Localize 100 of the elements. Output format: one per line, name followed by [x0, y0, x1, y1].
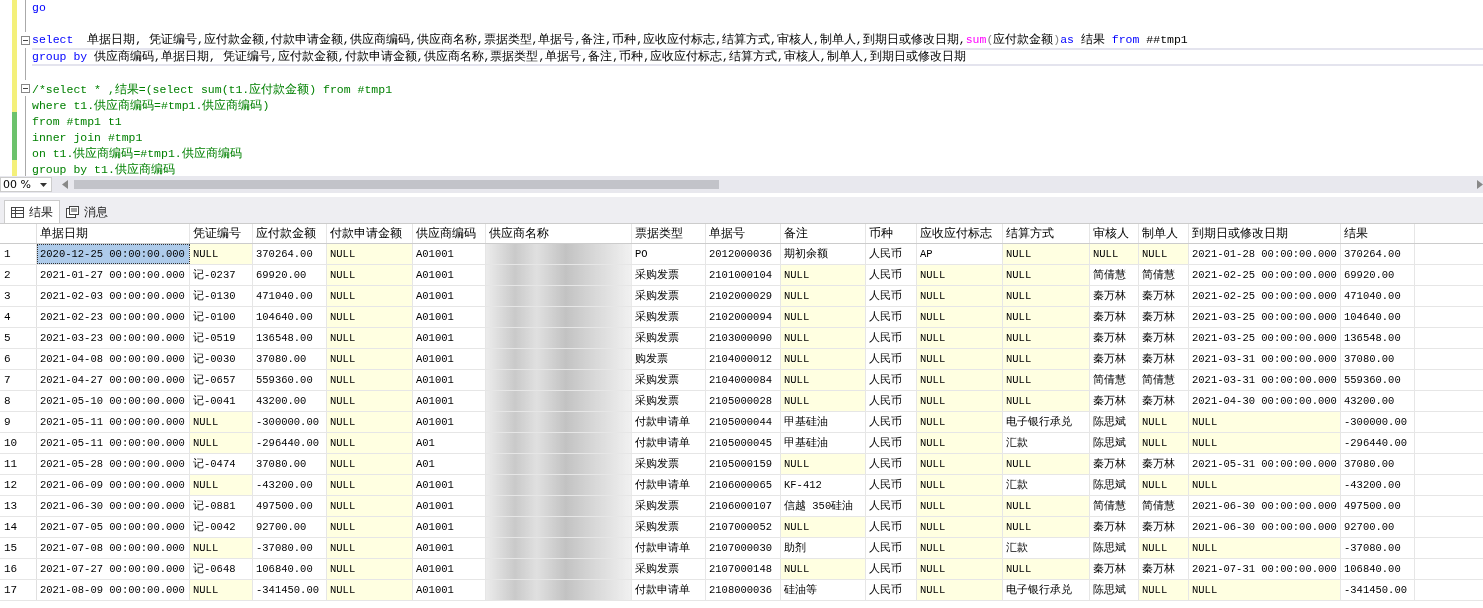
table-cell: NULL [190, 538, 253, 558]
table-cell: 2021-02-03 00:00:00.000 [37, 286, 190, 306]
table-cell: -37080.00 [1341, 538, 1415, 558]
table-cell: NULL [1189, 412, 1341, 432]
table-cell: 简倩慧 [1090, 370, 1139, 390]
column-header[interactable]: 结果 [1341, 224, 1415, 243]
table-cell: 记-0130 [190, 286, 253, 306]
table-cell: 采购发票 [632, 391, 706, 411]
sql-comment: /*select * ,结果=(select sum(t1.应付款金额) from #tmp1 [32, 83, 393, 96]
grid-icon [11, 206, 24, 218]
table-cell: 2021-07-27 00:00:00.000 [37, 559, 190, 579]
table-cell: NULL [917, 580, 1003, 600]
column-header[interactable]: 审核人 [1090, 224, 1139, 243]
table-cell: 购发票 [632, 349, 706, 369]
table-cell: 2021-06-30 00:00:00.000 [1189, 517, 1341, 537]
table-cell: KF-412 [781, 475, 866, 495]
column-header[interactable]: 供应商名称 [486, 224, 632, 243]
table-cell: 秦万林 [1139, 307, 1189, 327]
column-header[interactable]: 付款申请金额 [327, 224, 413, 243]
table-cell: 2021-06-30 00:00:00.000 [37, 496, 190, 516]
table-cell: 2105000044 [706, 412, 781, 432]
column-header[interactable]: 结算方式 [1003, 224, 1090, 243]
horizontal-scrollbar[interactable] [74, 180, 719, 189]
scroll-left-icon[interactable] [62, 180, 68, 189]
sql-operator: ) [1053, 33, 1061, 46]
column-header[interactable]: 应付款金额 [253, 224, 327, 243]
table-cell: 汇款 [1003, 475, 1090, 495]
table-cell: 记-0041 [190, 391, 253, 411]
table-cell: NULL [781, 391, 866, 411]
table-cell: 秦万林 [1090, 559, 1139, 579]
table-cell: 2021-05-28 00:00:00.000 [37, 454, 190, 474]
sql-keyword: as [1060, 33, 1074, 46]
table-cell: 37080.00 [1341, 454, 1415, 474]
table-cell: NULL [781, 328, 866, 348]
table-cell: 甲基硅油 [781, 433, 866, 453]
column-header[interactable]: 制单人 [1139, 224, 1189, 243]
table-cell: NULL [917, 265, 1003, 285]
table-cell: NULL [781, 517, 866, 537]
table-cell: 2021-02-25 00:00:00.000 [1189, 265, 1341, 285]
column-header[interactable]: 单据日期 [37, 224, 190, 243]
table-cell: 采购发票 [632, 307, 706, 327]
table-cell: NULL [327, 370, 413, 390]
column-header[interactable]: 备注 [781, 224, 866, 243]
row-number: 3 [0, 286, 37, 306]
results-tab[interactable]: 结果 [4, 200, 60, 223]
row-number: 6 [0, 349, 37, 369]
table-cell: NULL [1003, 244, 1090, 264]
table-cell: 助剂 [781, 538, 866, 558]
table-cell: 2021-05-10 00:00:00.000 [37, 391, 190, 411]
table-cell: NULL [781, 286, 866, 306]
table-cell: NULL [781, 307, 866, 327]
table-cell: 记-0881 [190, 496, 253, 516]
sql-comment: on t1.供应商编码=#tmp1.供应商编码 [32, 147, 242, 160]
table-cell: NULL [327, 475, 413, 495]
table-cell: 497500.00 [1341, 496, 1415, 516]
sql-keyword: select [32, 33, 74, 46]
column-header[interactable]: 凭证编号 [190, 224, 253, 243]
table-cell: 付款申请单 [632, 433, 706, 453]
row-number: 5 [0, 328, 37, 348]
column-header[interactable]: 币种 [866, 224, 917, 243]
scroll-right-icon[interactable] [1477, 180, 1483, 189]
column-header[interactable]: 单据号 [706, 224, 781, 243]
table-cell: NULL [1189, 475, 1341, 495]
table-cell: -341450.00 [1341, 580, 1415, 600]
row-number: 16 [0, 559, 37, 579]
column-header[interactable]: 到期日或修改日期 [1189, 224, 1341, 243]
zoom-dropdown[interactable]: 00 % [0, 177, 52, 192]
results-tab[interactable]: 消息 [60, 201, 114, 223]
table-cell: NULL [917, 454, 1003, 474]
table-cell: NULL [327, 580, 413, 600]
collapse-icon[interactable] [21, 35, 30, 45]
column-header[interactable]: 票据类型 [632, 224, 706, 243]
table-cell: 2107000030 [706, 538, 781, 558]
table-cell: 采购发票 [632, 496, 706, 516]
column-header[interactable]: 应收应付标志 [917, 224, 1003, 243]
table-cell: 付款申请单 [632, 475, 706, 495]
table-cell: 37080.00 [1341, 349, 1415, 369]
collapse-icon[interactable] [21, 83, 30, 93]
table-cell: NULL [1003, 454, 1090, 474]
table-cell: 2021-03-25 00:00:00.000 [1189, 328, 1341, 348]
table-cell: NULL [1003, 286, 1090, 306]
table-cell: 汇款 [1003, 538, 1090, 558]
table-cell: 2021-03-31 00:00:00.000 [1189, 349, 1341, 369]
table-cell: NULL [917, 349, 1003, 369]
sql-text: 单据日期, 凭证编号,应付款金额,付款申请金额,供应商编码,供应商名称,票据类型,单据号,备注,币种,应收应付标志,结算方式,审核人,制单人,到期日或修改日期, [86, 33, 966, 46]
table-cell: 2021-01-28 00:00:00.000 [1189, 244, 1341, 264]
table-cell: 2020-12-25 00:00:00.000 [37, 244, 190, 264]
table-cell: 秦万林 [1139, 559, 1189, 579]
table-cell: NULL [190, 244, 253, 264]
table-cell: 2021-03-23 00:00:00.000 [37, 328, 190, 348]
table-cell: NULL [1003, 517, 1090, 537]
table-cell: 2012000036 [706, 244, 781, 264]
table-cell: 2021-03-31 00:00:00.000 [1189, 370, 1341, 390]
table-cell: 秦万林 [1090, 286, 1139, 306]
sql-comment: from #tmp1 t1 [32, 115, 122, 128]
table-cell: NULL [327, 412, 413, 432]
column-header[interactable]: 供应商编码 [413, 224, 486, 243]
table-cell: 付款申请单 [632, 538, 706, 558]
table-cell: NULL [190, 475, 253, 495]
row-number: 11 [0, 454, 37, 474]
